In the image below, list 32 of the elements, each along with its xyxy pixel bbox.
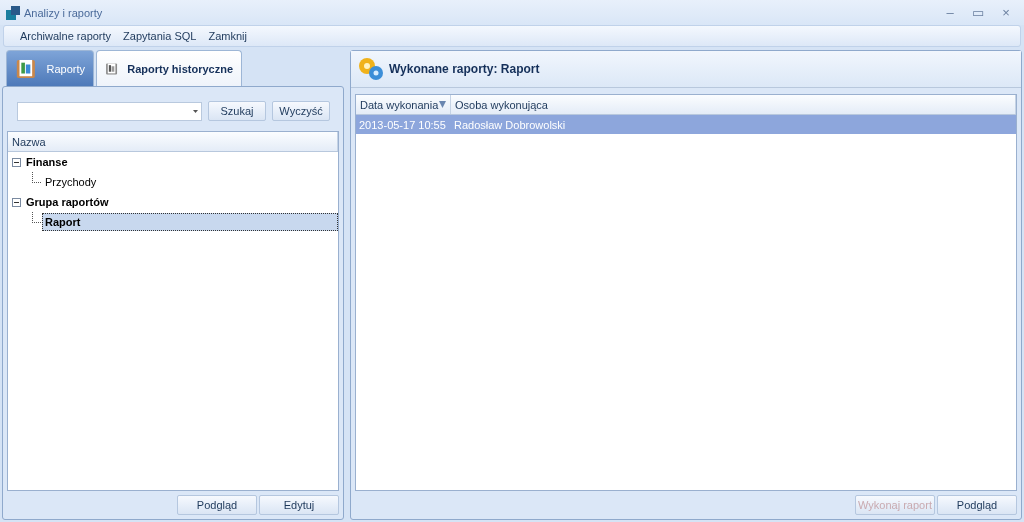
clear-button[interactable]: Wyczyść — [272, 101, 330, 121]
window-control[interactable]: ▭ — [966, 5, 990, 20]
tree-item[interactable]: Finanse — [23, 153, 71, 171]
panel-title: Wykonane raporty: Raport — [389, 62, 540, 76]
column-title: Osoba wykonująca — [455, 98, 548, 111]
column-header[interactable]: Data wykonania — [356, 95, 451, 114]
window-title: Analizy i raporty — [24, 6, 104, 19]
column-title: Data wykonania — [360, 98, 439, 111]
tree-item[interactable]: Grupa raportów — [23, 193, 112, 211]
gears-icon — [357, 56, 385, 82]
menu-item[interactable]: Archiwalne raporty — [20, 30, 112, 42]
search-button[interactable]: Szukaj — [208, 101, 266, 121]
table-cell-text: 2013-05-17 10:55 — [358, 117, 447, 133]
tree-line — [32, 172, 41, 183]
tree-line — [32, 212, 41, 223]
app-icon — [6, 5, 20, 20]
dropdown-icon — [193, 109, 198, 113]
minus-toggle-icon[interactable] — [12, 197, 21, 207]
window-control[interactable]: – — [938, 5, 962, 20]
window-control[interactable]: × — [994, 5, 1018, 20]
tree-item[interactable]: Przychody — [42, 173, 100, 191]
column-header[interactable]: Osoba wykonująca — [451, 95, 1016, 114]
column-header: Nazwa — [8, 132, 338, 151]
menu-item[interactable]: Zapytania SQL — [123, 30, 197, 42]
tab[interactable]: Raporty historyczne — [96, 50, 242, 87]
minus-toggle-icon[interactable] — [12, 157, 21, 167]
tree-item[interactable]: Raport — [42, 213, 338, 231]
menu-item[interactable]: Zamknij — [208, 30, 247, 42]
edit-button[interactable]: Edytuj — [259, 495, 339, 515]
table-cell-text: Radosław Dobrowolski — [453, 117, 567, 133]
preview-button[interactable]: Podgląd — [177, 495, 257, 515]
preview-button[interactable]: Podgląd — [937, 495, 1017, 515]
